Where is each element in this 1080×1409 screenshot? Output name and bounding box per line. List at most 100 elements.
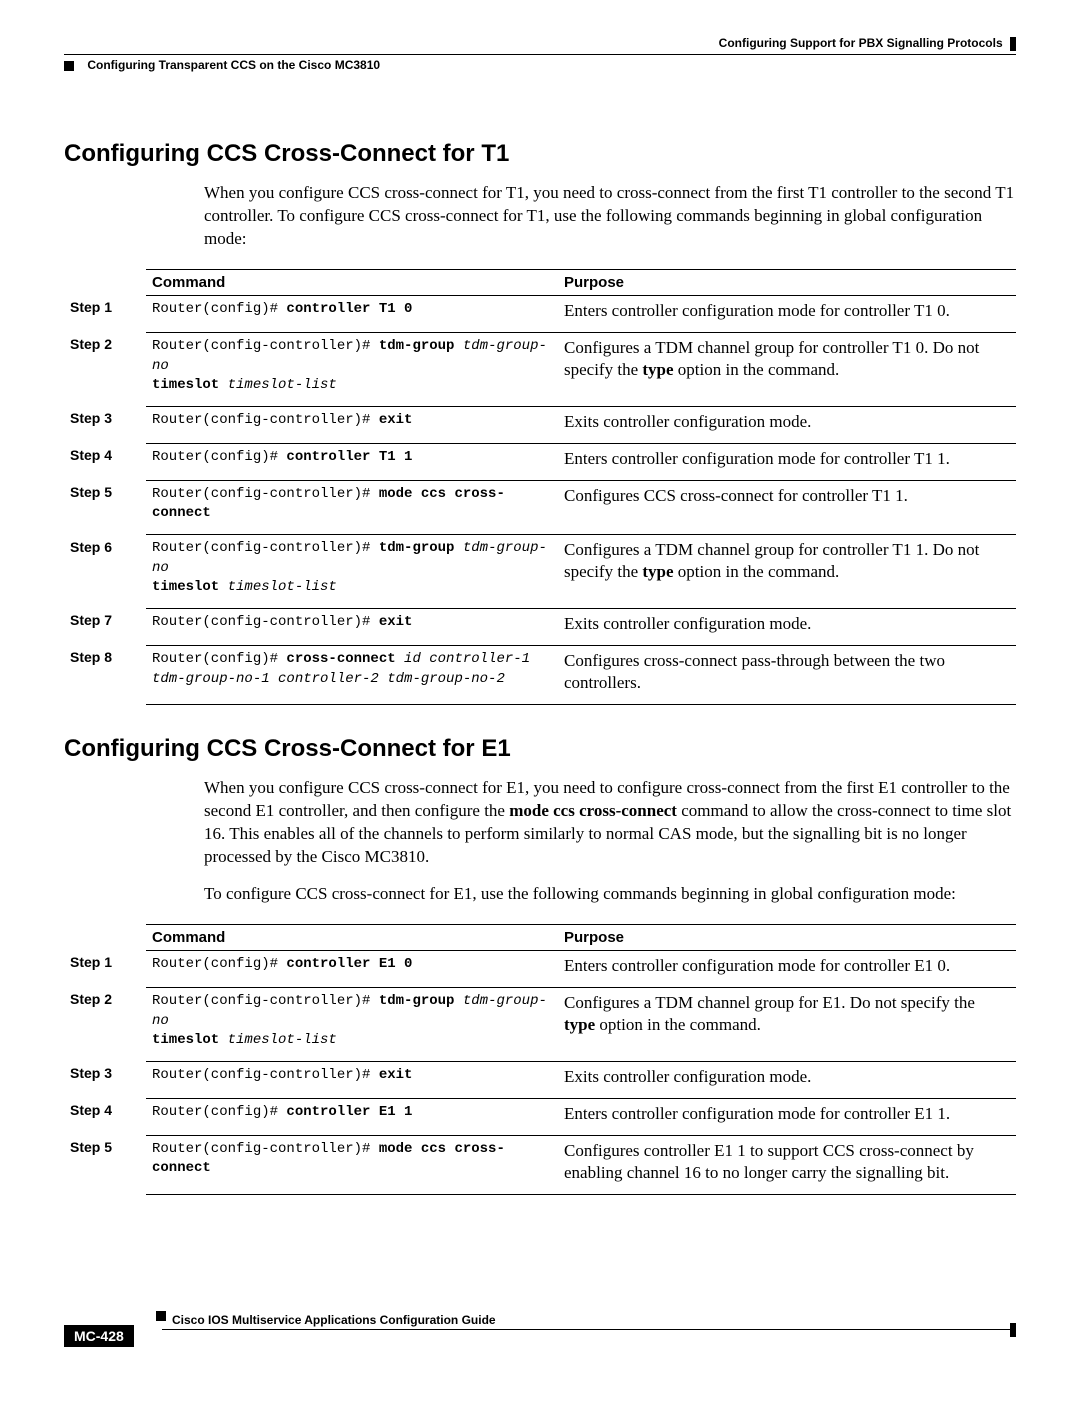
- step-label: Step 3: [64, 406, 146, 443]
- table-row: Step 5Router(config-controller)# mode cc…: [64, 480, 1016, 534]
- t1-th-step: [64, 269, 146, 295]
- command-keyword: controller T1 1: [286, 449, 412, 465]
- command-arg: timeslot-list: [219, 377, 337, 393]
- purpose-cell: Configures CCS cross-connect for control…: [558, 480, 1016, 534]
- purpose-text: Exits controller configuration mode.: [564, 614, 811, 633]
- command-cell: Router(config)# controller E1 1: [146, 1098, 558, 1135]
- step-label: Step 4: [64, 443, 146, 480]
- command-cell: Router(config-controller)# tdm-group tdm…: [146, 332, 558, 406]
- purpose-cell: Enters controller configuration mode for…: [558, 950, 1016, 987]
- purpose-text: Configures cross-connect pass-through be…: [564, 651, 945, 692]
- table-row: Step 1Router(config)# controller E1 0 Ent…: [64, 950, 1016, 987]
- command-keyword: cross-connect: [286, 651, 395, 667]
- purpose-text: option in the command.: [674, 562, 840, 581]
- purpose-text: Enters controller configuration mode for…: [564, 301, 950, 320]
- purpose-text: Configures controller E1 1 to support CC…: [564, 1141, 974, 1182]
- purpose-text: Enters controller configuration mode for…: [564, 956, 950, 975]
- prompt-text: Router(config)#: [152, 651, 286, 667]
- prompt-text: Router(config-controller)#: [152, 486, 379, 502]
- command-keyword: timeslot: [152, 1032, 219, 1048]
- page-number-badge: MC-428: [64, 1325, 134, 1347]
- command-cell: Router(config)# controller T1 1: [146, 443, 558, 480]
- running-header: Configuring Support for PBX Signalling P…: [64, 36, 1016, 80]
- section-breadcrumb-text: Configuring Transparent CCS on the Cisco…: [87, 58, 380, 72]
- page-footer: Cisco IOS Multiservice Applications Conf…: [64, 1315, 1016, 1359]
- chapter-title-text: Configuring Support for PBX Signalling P…: [719, 36, 1003, 50]
- command-keyword: exit: [379, 614, 413, 630]
- e1-intro-1: When you configure CCS cross-connect for…: [64, 777, 1016, 869]
- e1-th-purpose: Purpose: [558, 924, 1016, 950]
- table-row: Step 4Router(config)# controller T1 1Ent…: [64, 443, 1016, 480]
- table-row: Step 6Router(config-controller)# tdm-gro…: [64, 535, 1016, 609]
- purpose-cell: Enters controller configuration mode for…: [558, 1098, 1016, 1135]
- command-cell: Router(config-controller)# tdm-group tdm…: [146, 535, 558, 609]
- command-cell: Router(config)# controller E1 0: [146, 950, 558, 987]
- command-keyword: controller E1 0: [286, 956, 412, 972]
- purpose-bold-word: type: [642, 360, 673, 379]
- section-breadcrumb: Configuring Transparent CCS on the Cisco…: [64, 58, 380, 72]
- purpose-cell: Enters controller configuration mode for…: [558, 443, 1016, 480]
- purpose-cell: Exits controller configuration mode.: [558, 406, 1016, 443]
- table-row: Step 5Router(config-controller)# mode cc…: [64, 1135, 1016, 1194]
- purpose-bold-word: type: [564, 1015, 595, 1034]
- table-row: Step 3Router(config-controller)# exit Exi…: [64, 1061, 1016, 1098]
- prompt-text: Router(config)#: [152, 449, 286, 465]
- prompt-text: Router(config-controller)#: [152, 540, 379, 556]
- header-rule: [64, 54, 1016, 55]
- step-label: Step 6: [64, 535, 146, 609]
- footer-guide-title: Cisco IOS Multiservice Applications Conf…: [172, 1313, 496, 1327]
- purpose-text: Exits controller configuration mode.: [564, 1067, 811, 1086]
- e1-th-step: [64, 924, 146, 950]
- step-label: Step 1: [64, 295, 146, 332]
- purpose-text: Configures CCS cross-connect for control…: [564, 486, 908, 505]
- purpose-text: Enters controller configuration mode for…: [564, 449, 950, 468]
- e1-intro-2: To configure CCS cross-connect for E1, u…: [64, 883, 1016, 906]
- prompt-text: Router(config-controller)#: [152, 338, 379, 354]
- purpose-cell: Configures a TDM channel group for contr…: [558, 332, 1016, 406]
- table-row: Step 2Router(config-controller)# tdm-gro…: [64, 332, 1016, 406]
- purpose-text: Enters controller configuration mode for…: [564, 1104, 950, 1123]
- table-row: Step 1Router(config)# controller T1 0 Ent…: [64, 295, 1016, 332]
- command-cell: Router(config-controller)# exit: [146, 406, 558, 443]
- e1-intro-bold: mode ccs cross-connect: [509, 801, 677, 820]
- page: Configuring Support for PBX Signalling P…: [0, 0, 1080, 1409]
- step-label: Step 2: [64, 987, 146, 1061]
- e1-th-command: Command: [146, 924, 558, 950]
- table-row: Step 8Router(config)# cross-connect id c…: [64, 645, 1016, 704]
- purpose-text: option in the command.: [674, 360, 840, 379]
- chapter-title: Configuring Support for PBX Signalling P…: [719, 36, 1016, 51]
- command-cell: Router(config-controller)# mode ccs cros…: [146, 1135, 558, 1194]
- t1-intro: When you configure CCS cross-connect for…: [64, 182, 1016, 251]
- table-row: Step 4Router(config)# controller E1 1Ent…: [64, 1098, 1016, 1135]
- purpose-text: Configures a TDM channel group for E1. D…: [564, 993, 975, 1012]
- command-keyword: tdm-group: [379, 540, 455, 556]
- table-row: Step 7Router(config-controller)# exitExi…: [64, 608, 1016, 645]
- step-label: Step 8: [64, 645, 146, 704]
- command-keyword: controller T1 0: [286, 301, 412, 317]
- command-cell: Router(config-controller)# mode ccs cros…: [146, 480, 558, 534]
- command-keyword: timeslot: [152, 579, 219, 595]
- purpose-cell: Configures controller E1 1 to support CC…: [558, 1135, 1016, 1194]
- command-cell: Router(config-controller)# exit: [146, 1061, 558, 1098]
- step-label: Step 3: [64, 1061, 146, 1098]
- command-keyword: exit: [379, 412, 413, 428]
- prompt-text: Router(config-controller)#: [152, 412, 379, 428]
- command-keyword: tdm-group: [379, 993, 455, 1009]
- command-cell: Router(config)# controller T1 0: [146, 295, 558, 332]
- step-label: Step 5: [64, 480, 146, 534]
- command-cell: Router(config)# cross-connect id control…: [146, 645, 558, 704]
- e1-command-table: Command Purpose Step 1Router(config)# co…: [64, 924, 1016, 1195]
- command-keyword: tdm-group: [379, 338, 455, 354]
- purpose-bold-word: type: [642, 562, 673, 581]
- purpose-cell: Exits controller configuration mode.: [558, 608, 1016, 645]
- prompt-text: Router(config)#: [152, 1104, 286, 1120]
- command-keyword: exit: [379, 1067, 413, 1083]
- purpose-text: option in the command.: [595, 1015, 761, 1034]
- step-label: Step 1: [64, 950, 146, 987]
- command-arg: timeslot-list: [219, 1032, 337, 1048]
- step-label: Step 7: [64, 608, 146, 645]
- header-bar-icon: [1010, 37, 1016, 51]
- purpose-cell: Configures a TDM channel group for contr…: [558, 535, 1016, 609]
- table-row: Step 2Router(config-controller)# tdm-gro…: [64, 987, 1016, 1061]
- purpose-cell: Configures a TDM channel group for E1. D…: [558, 987, 1016, 1061]
